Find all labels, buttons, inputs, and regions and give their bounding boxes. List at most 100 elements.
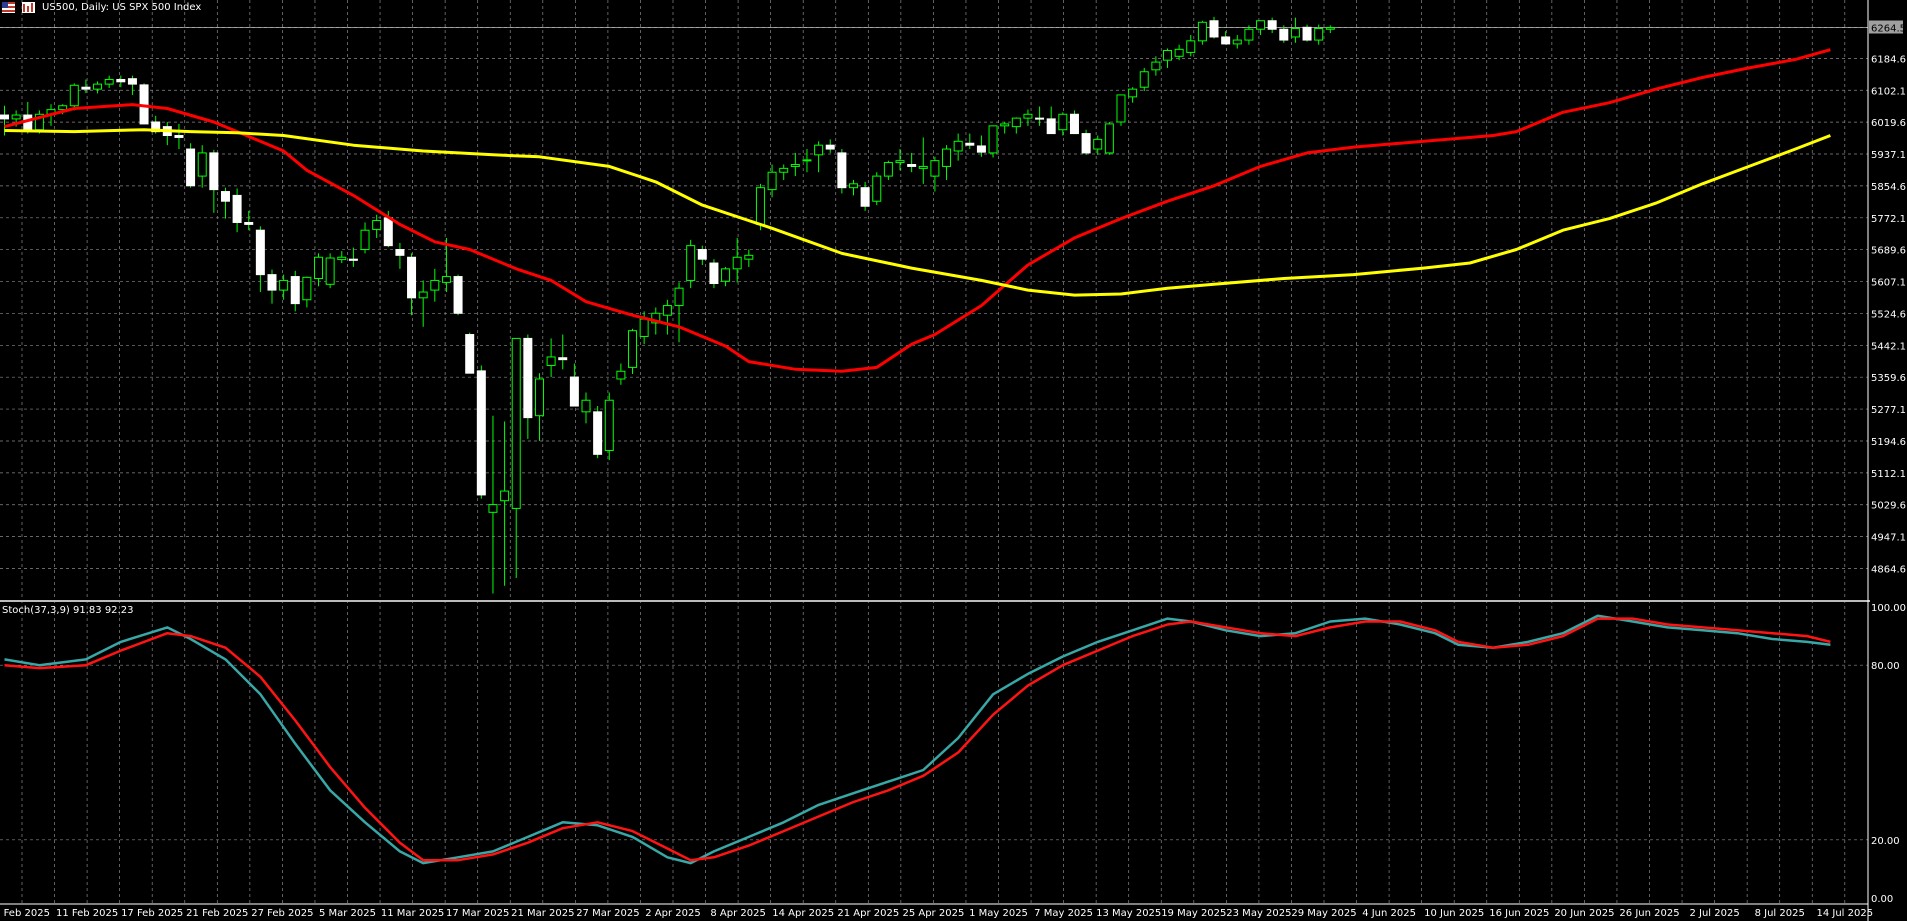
candle [453,274,463,316]
candle-body [709,262,719,285]
candle [186,143,196,188]
price-tick-label: 5194.6 [1871,437,1906,448]
candle-body [441,276,451,283]
price-tick-label: 5277.1 [1871,405,1906,416]
candle-body [569,376,579,407]
date-tick-label: 21 Apr 2025 [837,908,899,919]
candle-body [860,187,870,207]
candle-body [802,159,812,162]
candle [139,83,149,125]
chart-area[interactable]: 6264.5 6184.6 6102.1 6019.6 5937.1 5854.6 5772… [0,0,1907,921]
symbol-title: US500, Daily: US SPX 500 Index [42,2,202,13]
candle-body [1139,71,1149,88]
date-tick-label: 14 Jul 2025 [1816,908,1873,919]
date-tick-label: 11 Feb 2025 [56,908,118,919]
candle [476,365,486,499]
candle-body [721,268,731,282]
date-tick-label: 21 Mar 2025 [511,908,574,919]
date-tick-label: 16 Jun 2025 [1489,908,1549,919]
candle-body [360,229,370,251]
candle-body [209,152,219,191]
candle-body [325,257,335,285]
candle-body [11,114,21,120]
candle-body [732,256,742,270]
candle-body [465,334,475,374]
candle-body [674,287,684,307]
date-tick-label: 17 Feb 2025 [121,908,183,919]
candle-body [69,84,79,107]
candle-body [767,171,777,191]
candle-body [1058,113,1068,131]
date-tick-label: 5 Mar 2025 [319,908,376,919]
candle [1104,121,1114,155]
candle-body [779,167,789,173]
price-tick-label: 5772.1 [1871,214,1906,225]
candle [465,332,475,374]
candle-body [127,78,137,85]
candle-body [686,245,696,281]
candle [604,392,614,461]
candle-body [314,256,324,280]
candle-body [511,337,521,509]
stoch-tick-label: 100.00 [1871,603,1906,614]
candle-body [697,249,707,260]
candle-body [116,78,126,83]
price-tick-label: 5607.1 [1871,278,1906,289]
candle-body [418,291,428,299]
candle-body [872,175,882,202]
stoch-indicator-label: Stoch(37,3,9) 91.83 92.23 [2,605,134,616]
candle-body [279,279,289,291]
stoch-tick-label: 20.00 [1871,836,1900,847]
chart-background [0,0,1907,921]
candle-body [814,144,824,156]
candle-body [523,337,533,419]
candle-body [476,370,486,496]
candle [1197,20,1207,45]
candle-body [1163,49,1172,61]
candle [988,125,998,158]
candle-body [883,162,893,177]
price-tick-label: 5029.6 [1871,501,1906,512]
price-tick-label: 6264.5 [1871,24,1906,35]
candle-body [1104,123,1114,154]
price-tick-label: 5937.1 [1871,150,1906,161]
candle-body [628,330,638,368]
price-tick-label: 5524.6 [1871,309,1906,320]
date-tick-label: 8 Apr 2025 [710,908,765,919]
chart-window-icon[interactable] [22,2,35,13]
candle-body [848,183,858,189]
candle [709,259,719,289]
candle-body [0,114,9,120]
candle [1139,67,1149,92]
date-tick-label: 2 Jul 2025 [1689,908,1739,919]
candle-body [348,258,358,261]
date-tick-label: 25 Apr 2025 [902,908,964,919]
candle-body [639,318,649,337]
candle-body [837,152,847,189]
date-tick-label: 4 Jun 2025 [1362,908,1416,919]
candle-body [1302,26,1312,41]
date-tick-label: 21 Feb 2025 [186,908,248,919]
date-tick-label: 11 Mar 2025 [381,908,444,919]
candle-body [1116,94,1126,123]
candle-body [500,490,510,502]
price-tick-label: 6184.6 [1871,54,1906,65]
price-tick-label: 5442.1 [1871,341,1906,352]
candle-body [1023,113,1033,119]
candle-body [534,378,544,417]
date-tick-label: 27 Mar 2025 [576,908,639,919]
candle-body [453,276,463,314]
candle-body [918,165,928,169]
price-tick-label: 5854.6 [1871,182,1906,193]
price-tick-label: 6102.1 [1871,86,1906,97]
candle-body [942,148,952,167]
price-tick-label: 6019.6 [1871,118,1906,129]
price-tick-label: 4947.1 [1871,533,1906,544]
candle-body [604,399,614,451]
candle-body [930,160,940,177]
candle-body [104,78,114,85]
candle-body [1256,20,1266,30]
candle-body [267,274,277,291]
candle-body [1093,138,1103,150]
candle [837,149,847,194]
